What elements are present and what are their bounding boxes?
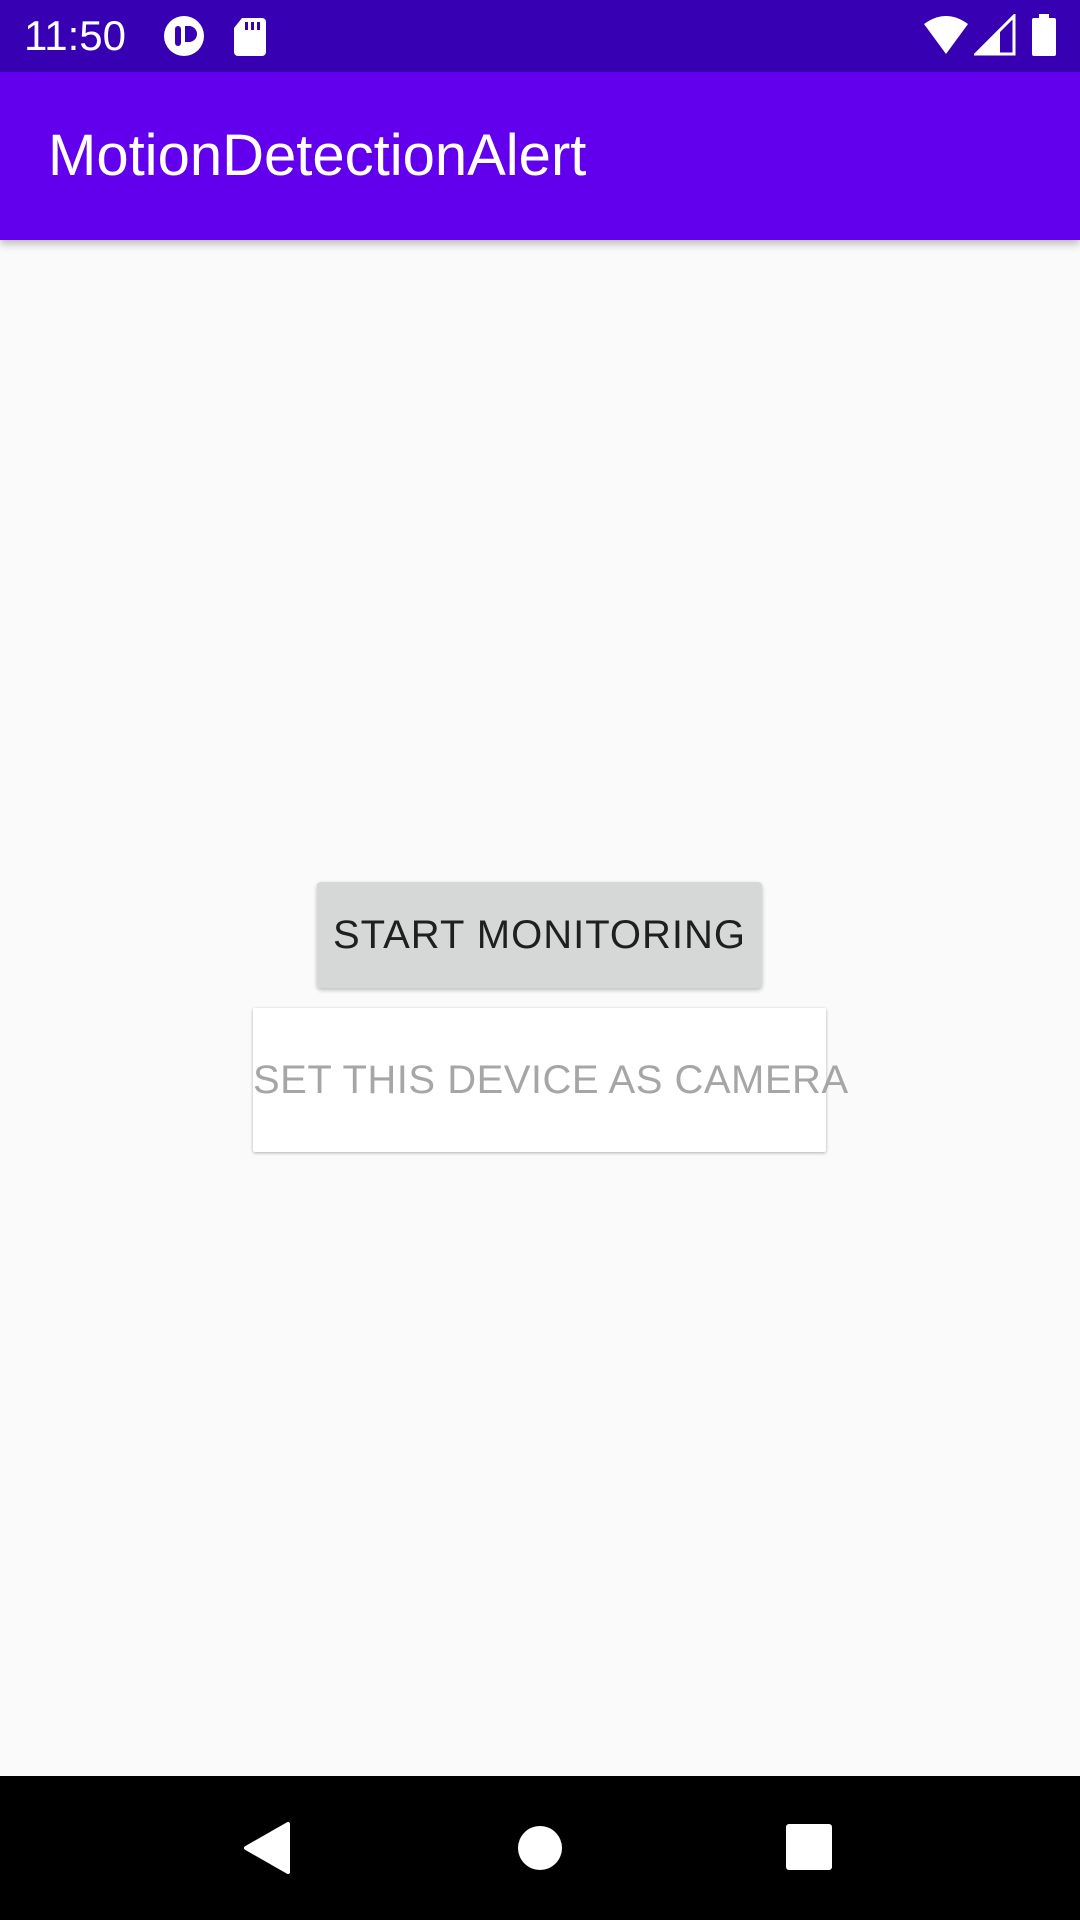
sd-card-icon <box>228 14 272 58</box>
back-icon[interactable] <box>222 1802 314 1894</box>
app-bar: MotionDetectionAlert <box>0 72 1080 240</box>
navigation-bar <box>0 1776 1080 1920</box>
home-icon[interactable] <box>494 1802 586 1894</box>
wifi-icon <box>922 14 970 58</box>
app-title: MotionDetectionAlert <box>48 123 587 188</box>
start-monitoring-button[interactable]: START MONITORING <box>317 882 762 988</box>
set-device-as-camera-button[interactable]: SET THIS DEVICE AS CAMERA <box>253 1008 848 1152</box>
battery-icon <box>1030 14 1058 58</box>
status-time: 11:50 <box>24 12 126 59</box>
app-notification-icon <box>162 14 206 58</box>
cell-signal-icon <box>974 14 1018 58</box>
status-bar: 11:50 <box>0 0 1080 72</box>
app-screen: 11:50 MotionDetectionAlert START MONITOR… <box>0 0 1080 1920</box>
recents-icon[interactable] <box>764 1802 856 1894</box>
